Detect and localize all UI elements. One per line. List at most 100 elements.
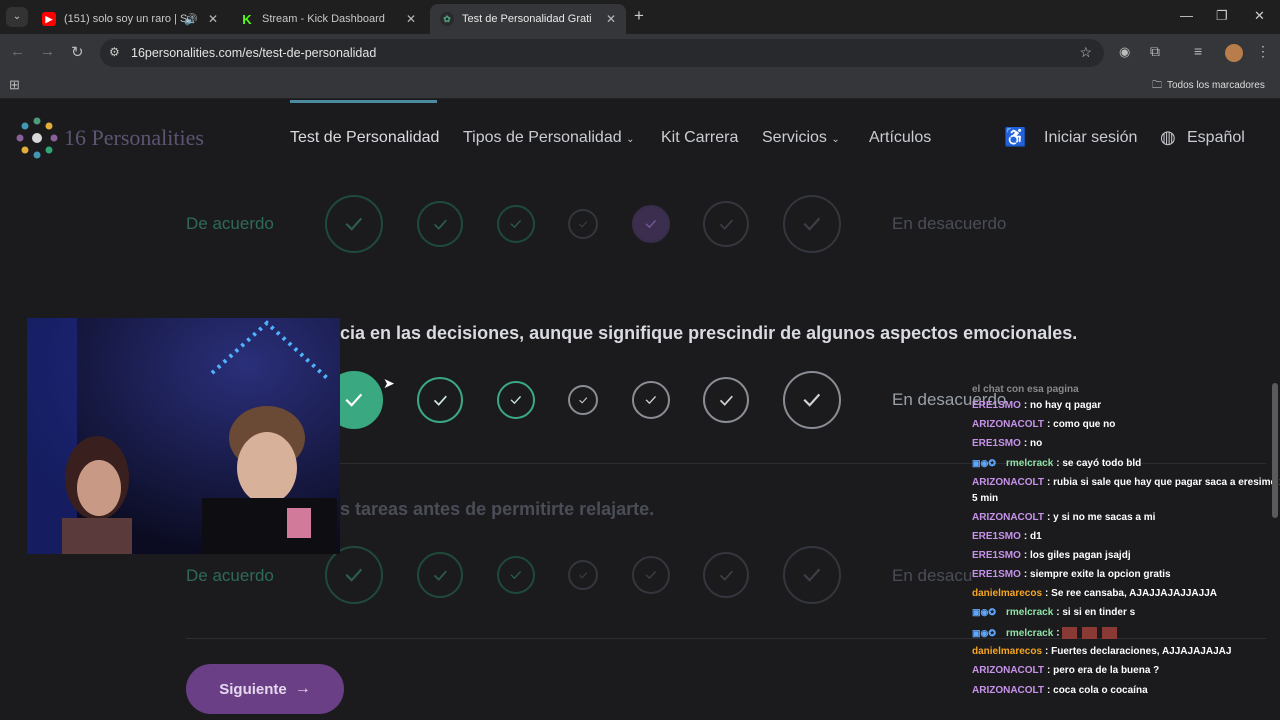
check-icon <box>510 220 522 229</box>
avatar[interactable] <box>1225 44 1243 62</box>
answer-option-3[interactable] <box>497 381 535 419</box>
chat-message: ARIZONACOLT: pero era de la buena ? <box>972 665 1159 676</box>
maximize-icon[interactable]: ❐ <box>1216 8 1228 24</box>
close-tab-icon[interactable]: ✕ <box>406 12 416 26</box>
answer-option-6[interactable] <box>703 377 749 423</box>
chat-message: ERE1SMO: d1 <box>972 531 1042 542</box>
folder-icon: 🗀 <box>1152 80 1162 91</box>
check-icon <box>578 397 588 404</box>
nav-test-personalidad[interactable]: Test de Personalidad <box>290 129 439 147</box>
nav-servicios[interactable]: Servicios ⌄ <box>762 129 840 147</box>
answer-option-6[interactable] <box>703 552 749 598</box>
chat-username[interactable]: danielmarecos <box>972 646 1042 657</box>
chat-text: 5 min <box>972 493 999 504</box>
check-icon <box>803 568 821 582</box>
chat-text: Fuertes declaraciones, AJJAJAJAJAJ <box>1051 646 1232 657</box>
answer-option-7[interactable] <box>783 195 841 253</box>
globe-icon[interactable]: ◍ <box>1160 127 1176 148</box>
answer-option-5[interactable] <box>632 556 670 594</box>
chat-username[interactable]: ERE1SMO <box>972 400 1021 411</box>
nav-kit-carrera[interactable]: Kit Carrera <box>661 129 738 147</box>
next-button[interactable]: Siguiente → <box>186 664 344 714</box>
badge-icon: ▣◉✪ <box>972 607 996 617</box>
answer-option-3[interactable] <box>497 556 535 594</box>
bookmarks-folder[interactable]: 🗀 Todos los marcadores <box>1152 78 1265 95</box>
tab-kick[interactable]: K Stream - Kick Dashboard ✕ <box>230 4 426 34</box>
chat-username[interactable]: rmelcrack <box>1006 458 1053 469</box>
chat-message: ERE1SMO: no <box>972 438 1042 449</box>
close-tab-icon[interactable]: ✕ <box>606 12 616 26</box>
webcam-image <box>27 318 340 554</box>
chat-username[interactable]: rmelcrack <box>1006 607 1053 618</box>
answer-option-6[interactable] <box>703 201 749 247</box>
chat-text: Se ree cansaba, AJAJJAJAJJAJJA <box>1051 588 1217 599</box>
answer-option-2[interactable] <box>417 552 463 598</box>
url-text[interactable]: 16personalities.com/es/test-de-personali… <box>131 46 376 60</box>
extensions-icon[interactable]: ⧉ <box>1150 43 1160 60</box>
nav-tipos-personalidad[interactable]: Tipos de Personalidad ⌄ <box>463 129 634 147</box>
apps-icon[interactable]: ⊞ <box>9 77 20 93</box>
close-tab-icon[interactable]: ✕ <box>208 12 218 26</box>
emote-icon <box>1102 627 1118 639</box>
menu-icon[interactable]: ⋮ <box>1256 43 1270 60</box>
tab-label: Stream - Kick Dashboard <box>262 13 385 25</box>
tab-label: Test de Personalidad Gratis | 16 <box>462 13 592 25</box>
answer-option-2[interactable] <box>417 377 463 423</box>
chat-username[interactable]: ARIZONACOLT <box>972 665 1044 676</box>
answer-option-7[interactable] <box>783 371 841 429</box>
answer-option-4[interactable] <box>568 385 598 415</box>
chat-username[interactable]: ERE1SMO <box>972 531 1021 542</box>
answer-option-2[interactable] <box>417 201 463 247</box>
chat-username[interactable]: ARIZONACOLT <box>972 477 1044 488</box>
answer-option-5[interactable] <box>632 381 670 419</box>
site-info-icon[interactable]: ⚙ <box>109 45 120 59</box>
disagree-label: En desacu <box>892 566 973 585</box>
chat-username[interactable]: ARIZONACOLT <box>972 512 1044 523</box>
scrollbar[interactable] <box>1272 383 1278 518</box>
accessibility-icon[interactable]: ♿ <box>1004 127 1026 148</box>
chat-username[interactable]: ARIZONACOLT <box>972 419 1044 430</box>
answer-option-7[interactable] <box>783 546 841 604</box>
back-icon[interactable]: ← <box>10 43 25 60</box>
answer-option-3[interactable] <box>497 205 535 243</box>
media-icon[interactable]: ≡ <box>1194 43 1202 59</box>
chat-username[interactable]: ERE1SMO <box>972 438 1021 449</box>
close-window-icon[interactable]: ✕ <box>1254 8 1265 24</box>
answer-option-1[interactable] <box>325 195 383 253</box>
answer-option-4[interactable] <box>568 560 598 590</box>
nav-label: Servicios <box>762 129 827 146</box>
chat-username[interactable]: rmelcrack <box>1006 628 1053 639</box>
minimize-icon[interactable]: — <box>1180 8 1193 23</box>
tab-16personalities[interactable]: ✿ Test de Personalidad Gratis | 16 ✕ <box>430 4 626 34</box>
chat-username[interactable]: danielmarecos <box>972 588 1042 599</box>
address-bar[interactable]: ⚙ 16personalities.com/es/test-de-persona… <box>100 39 1104 67</box>
chat-username[interactable]: ERE1SMO <box>972 550 1021 561</box>
new-tab-button[interactable]: + <box>634 6 644 26</box>
chevron-down-icon: ⌄ <box>626 134 635 145</box>
answer-option-4[interactable] <box>568 209 598 239</box>
chat-username[interactable]: ERE1SMO <box>972 569 1021 580</box>
bookmark-star-icon[interactable]: ☆ <box>1079 44 1092 61</box>
nav-articulos[interactable]: Artículos <box>869 129 931 147</box>
tab-search-button[interactable]: ⌄ <box>6 7 28 27</box>
tab-bar: ⌄ ▶ (151) solo soy un raro | Suri 🔊 ✕ K … <box>0 0 1280 34</box>
logo[interactable]: 16 Personalities <box>16 117 226 159</box>
check-icon <box>510 396 522 405</box>
chat-message: ▣◉✪ rmelcrack: se cayó todo bld <box>972 458 1141 469</box>
check-icon <box>645 220 657 229</box>
reload-icon[interactable]: ↻ <box>71 43 84 61</box>
arrow-right-icon: → <box>294 680 311 697</box>
tab-youtube[interactable]: ▶ (151) solo soy un raro | Suri 🔊 ✕ <box>32 4 228 34</box>
agree-label: De acuerdo <box>186 214 274 233</box>
check-icon <box>433 395 447 406</box>
answer-option-5[interactable] <box>632 205 670 243</box>
chat-username[interactable]: ARIZONACOLT <box>972 685 1044 696</box>
forward-icon[interactable]: → <box>40 43 55 60</box>
logo-icon <box>16 117 58 159</box>
language-selector[interactable]: Español <box>1187 129 1245 147</box>
answer-option-1[interactable] <box>325 546 383 604</box>
chat-text: si si en tinder s <box>1062 607 1136 618</box>
chat-text: y si no me sacas a mi <box>1053 512 1156 523</box>
login-link[interactable]: Iniciar sesión <box>1044 129 1137 147</box>
incognito-icon[interactable]: ◉ <box>1119 44 1130 60</box>
